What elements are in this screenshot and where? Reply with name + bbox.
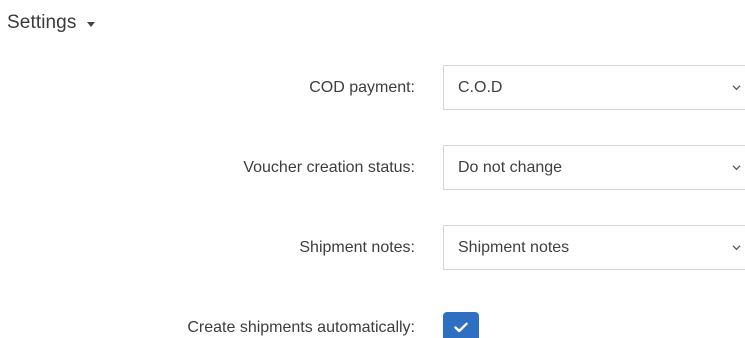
cod-payment-label: COD payment: — [309, 78, 415, 96]
settings-panel: Settings COD payment: C.O.D Voucher crea… — [0, 0, 745, 338]
auto-create-row: Create shipments automatically: — [0, 312, 745, 338]
chevron-down-icon — [732, 85, 741, 91]
voucher-status-row: Voucher creation status: Do not change — [0, 145, 745, 190]
chevron-down-icon — [732, 245, 741, 251]
cod-payment-value: C.O.D — [458, 78, 503, 96]
checkmark-icon — [454, 322, 468, 332]
shipment-notes-value: Shipment notes — [458, 238, 570, 256]
settings-section-toggle[interactable]: Settings — [7, 12, 96, 34]
cod-payment-row: COD payment: C.O.D — [0, 65, 745, 110]
voucher-status-label: Voucher creation status: — [243, 158, 415, 176]
shipment-notes-select[interactable]: Shipment notes — [443, 225, 745, 270]
auto-create-checkbox[interactable] — [443, 312, 479, 338]
chevron-down-icon — [732, 165, 741, 171]
voucher-status-value: Do not change — [458, 158, 563, 176]
auto-create-label: Create shipments automatically: — [187, 319, 415, 336]
voucher-status-select[interactable]: Do not change — [443, 145, 745, 190]
shipment-notes-row: Shipment notes: Shipment notes — [0, 225, 745, 270]
shipment-notes-label: Shipment notes: — [299, 238, 415, 256]
caret-down-icon — [87, 21, 96, 27]
section-title: Settings — [7, 12, 77, 33]
cod-payment-select[interactable]: C.O.D — [443, 65, 745, 110]
